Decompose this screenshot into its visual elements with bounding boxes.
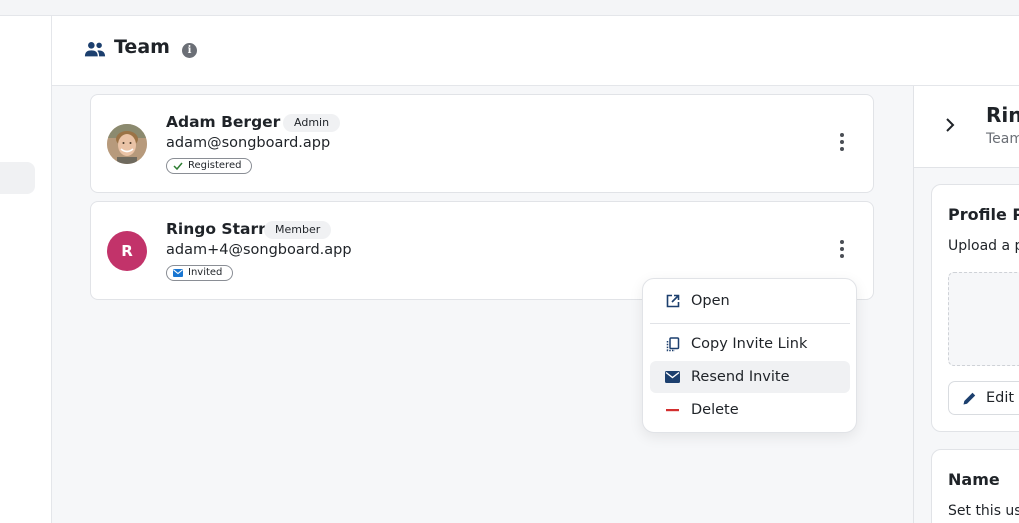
minus-icon [666,408,679,411]
role-badge: Member [264,221,332,239]
team-icon [84,42,106,57]
copy-icon [666,336,679,351]
section-description: Upload a p [948,238,1019,254]
more-options-icon[interactable] [839,133,845,153]
more-options-icon[interactable] [839,240,845,260]
mail-icon [173,269,183,277]
member-card[interactable]: Adam Berger Admin adam@songboard.app Reg… [90,94,874,193]
menu-item-label: Delete [691,402,739,418]
avatar [107,124,147,164]
member-detail-panel: Rin Team Profile P Upload a p Edit Name … [913,86,1019,523]
page-title: Team [114,36,170,58]
chevron-right-icon[interactable] [944,116,956,134]
status-badge: Registered [166,158,253,174]
info-icon[interactable]: i [182,43,197,58]
section-heading: Profile P [948,205,1019,224]
member-email: adam@songboard.app [166,135,331,151]
section-heading: Name [948,470,1000,489]
role-badge: Admin [283,114,341,132]
status-badge: Invited [166,265,234,281]
status-text: Registered [188,160,242,171]
mail-icon [665,371,680,383]
menu-item-label: Resend Invite [691,369,790,385]
image-upload-area[interactable] [948,272,1019,366]
status-text: Invited [188,267,223,278]
sidebar-active-item[interactable] [0,162,35,194]
page-header: Team i [52,16,1019,86]
member-context-menu: Open Copy Invite Link Resend Invite Dele… [642,278,857,433]
profile-picture-section: Profile P Upload a p Edit [931,184,1019,432]
check-icon [173,162,183,170]
member-name: Ringo Starr [166,220,266,238]
member-name: Adam Berger [166,113,281,131]
avatar-photo [107,124,147,164]
open-external-icon [666,294,679,308]
top-strip [0,0,1019,16]
detail-member-subtitle: Team [986,131,1019,147]
member-email: adam+4@songboard.app [166,242,352,258]
pencil-icon [963,392,976,404]
edit-button[interactable]: Edit [948,381,1019,415]
section-description: Set this us [948,503,1019,519]
menu-item-label: Open [691,293,730,309]
menu-item-resend-invite[interactable]: Resend Invite [650,361,850,393]
edit-button-label: Edit [986,390,1015,406]
detail-panel-header: Rin Team [914,86,1019,168]
avatar: R [107,231,147,271]
menu-divider [650,323,850,324]
menu-item-label: Copy Invite Link [691,336,808,352]
menu-item-open[interactable]: Open [650,285,850,317]
menu-item-copy-invite-link[interactable]: Copy Invite Link [650,328,850,360]
name-section: Name Set this us [931,449,1019,523]
left-sidebar [0,16,52,523]
menu-item-delete[interactable]: Delete [650,394,850,426]
detail-member-name: Rin [986,103,1019,127]
